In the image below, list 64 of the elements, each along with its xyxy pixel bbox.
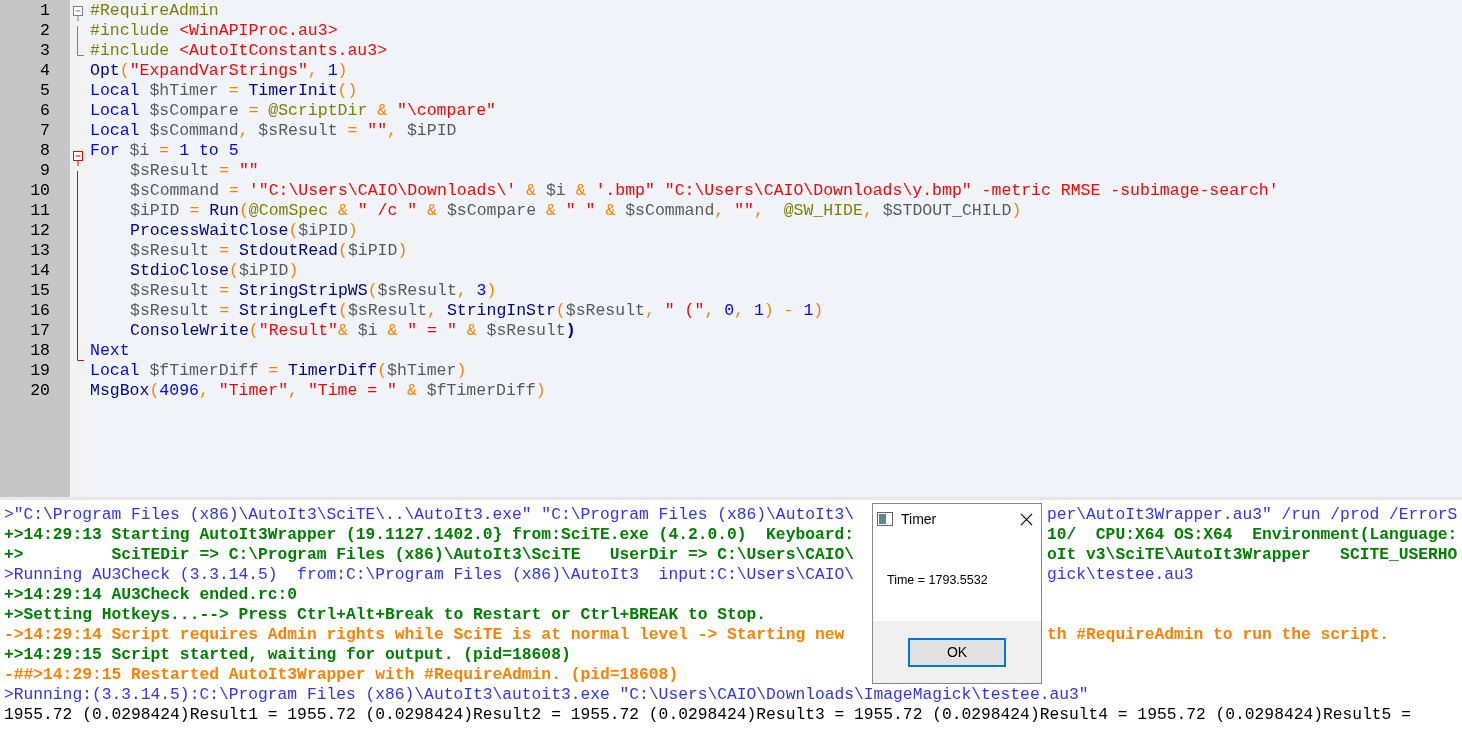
dialog-title: Timer — [901, 511, 938, 527]
fold-minus-icon[interactable] — [73, 6, 83, 21]
code-line: StdioClose($iPID) — [129, 261, 300, 281]
output-text: +> SciTEDir => C:\Program Files (x86)\AutoIt3\SciTE UserDir => C:\Users\CAIO\ — [4, 545, 855, 564]
code-line: $sResult = StringLeft($sResult, StringInStr($sResult, " (", 0, 1) - 1) — [129, 301, 825, 321]
line-number: 7 — [39, 121, 51, 141]
code-line: $sResult = StringStripWS($sResult, 3) — [129, 281, 498, 301]
line-number: 12 — [29, 221, 51, 241]
line-number: 13 — [29, 241, 51, 261]
close-icon[interactable] — [1020, 512, 1033, 526]
line-number: 17 — [29, 321, 51, 341]
code-line: #include <WinAPIProc.au3> — [90, 21, 339, 41]
code-line: Opt("ExpandVarStrings", 1) — [90, 61, 349, 81]
output-text: 1955.72 (0.0298424)Result1 = 1955.72 (0.0298424)Result2 = 1955.72 (0.0298424)Result3 = 1955.72 (0.0298424)Result4 = 1955.72 (0.0298424)Result5 = — [4, 705, 1411, 724]
line-number: 20 — [29, 381, 51, 401]
ok-button[interactable]: OK — [908, 637, 1006, 667]
code-line: $iPID = Run(@ComSpec & " /c " & $sCompare & " " & $sCommand, "", @SW_HIDE, $STDOUT_CHILD) — [129, 201, 1023, 221]
code-line: ConsoleWrite("Result"& $i & " = " & $sResult) — [129, 321, 577, 341]
line-number: 15 — [29, 281, 51, 301]
code-line: For $i = 1 to 5 — [90, 141, 240, 161]
code-line: #include <AutoItConstants.au3> — [90, 41, 389, 61]
line-number: 19 — [29, 361, 51, 381]
output-text: per\AutoIt3Wrapper.au3" /run /prod /ErrorS — [1047, 505, 1458, 525]
output-text: th #RequireAdmin to run the script. — [1047, 625, 1389, 645]
output-text: >Running:(3.3.14.5):C:\Program Files (x86)\AutoIt3\autoit3.exe "C:\Users\CAIO\Downloads\ImageMagick\testee.au3" — [4, 685, 1089, 704]
code-line: Local $sCompare = @ScriptDir & "\compare" — [90, 101, 498, 121]
code-line: Local $fTimerDiff = TimerDiff($hTimer) — [90, 361, 468, 381]
line-number: 16 — [29, 301, 51, 321]
code-line: Local $hTimer = TimerInit() — [90, 81, 359, 101]
output-text: -##>14:29:15 Restarted AutoIt3Wrapper with #RequireAdmin. (pid=18608) — [4, 665, 679, 684]
dialog-message: Time = 1793.5532 — [887, 573, 988, 587]
line-number: 8 — [39, 141, 51, 161]
code-line: $sResult = "" — [129, 161, 260, 181]
code-line: MsgBox(4096, "Timer", "Time = " & $fTimerDiff) — [90, 381, 547, 401]
line-number: 10 — [29, 181, 51, 201]
line-number: 2 — [39, 21, 51, 41]
output-text: +>14:29:13 Starting AutoIt3Wrapper (19.1127.1402.0} from:SciTE.exe (4.2.0.0) Keyboard: — [4, 525, 855, 544]
output-text: oIt v3\SciTE\AutoIt3Wrapper SCITE_USERHO — [1047, 545, 1458, 565]
line-number: 1 — [39, 1, 51, 21]
output-text: +>14:29:15 Script started, waiting for output. (pid=18608) — [4, 645, 571, 664]
line-number: 18 — [29, 341, 51, 361]
code-line: $sResult = StdoutRead($iPID) — [129, 241, 409, 261]
line-number: 9 — [39, 161, 51, 181]
code-line: Local $sCommand, $sResult = "", $iPID — [90, 121, 458, 141]
code-line: #RequireAdmin — [90, 1, 220, 21]
output-text: gick\testee.au3 — [1047, 565, 1194, 585]
output-text: ->14:29:14 Script requires Admin rights while SciTE is at normal level -> Starting new — [4, 625, 845, 644]
code-line: ProcessWaitClose($iPID) — [129, 221, 359, 241]
line-number: 11 — [29, 201, 51, 221]
output-text: 10/ CPU:X64 OS:X64 Environment(Language: — [1047, 525, 1458, 545]
code-editor[interactable] — [0, 0, 1462, 500]
code-line: $sCommand = '"C:\Users\CAIO\Downloads\' & $i & '.bmp" "C:\Users\CAIO\Downloads\y.bmp" -metric RMSE -subimage-search' — [129, 181, 1279, 201]
line-number: 4 — [39, 61, 51, 81]
output-text: +>Setting Hotkeys...--> Press Ctrl+Alt+Break to Restart or Ctrl+BREAK to Stop. — [4, 605, 767, 624]
line-number: 14 — [29, 261, 51, 281]
fold-minus-icon[interactable] — [73, 151, 83, 166]
output-text: >"C:\Program Files (x86)\AutoIt3\SciTE\..\AutoIt3.exe" "C:\Program Files (x86)\AutoIt3\ — [4, 505, 855, 524]
line-number: 3 — [39, 41, 51, 61]
line-number: 6 — [39, 101, 51, 121]
output-text: >Running AU3Check (3.3.14.5) from:C:\Program Files (x86)\AutoIt3 input:C:\Users\CAIO\ — [4, 565, 855, 584]
code-line: Next — [90, 341, 131, 361]
output-text: +>14:29:14 AU3Check ended.rc:0 — [4, 585, 298, 604]
window-icon — [877, 512, 893, 526]
line-number: 5 — [39, 81, 51, 101]
